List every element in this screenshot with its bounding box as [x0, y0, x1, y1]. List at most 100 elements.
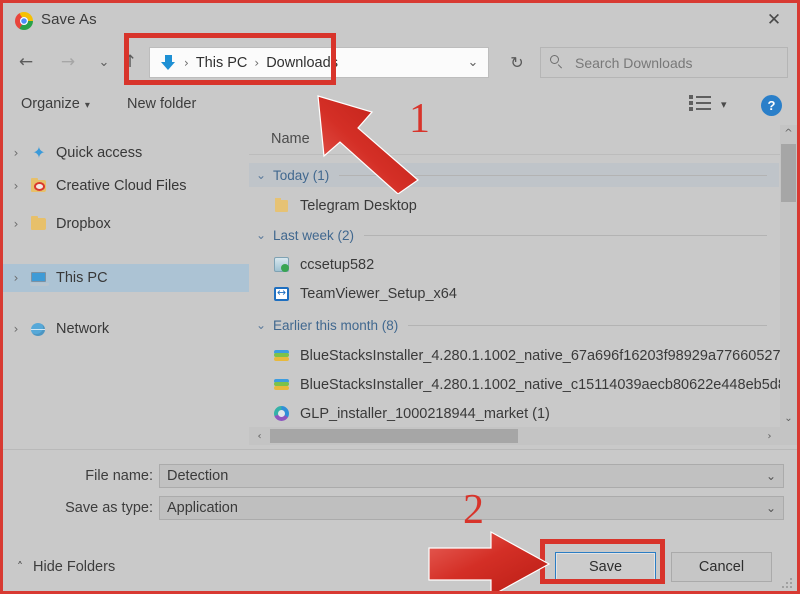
chevron-up-icon: ˄ — [17, 560, 23, 574]
chevron-down-icon[interactable]: ⌄ — [249, 228, 273, 242]
arrow-right-icon[interactable]: → — [53, 46, 83, 78]
hide-folders-label: Hide Folders — [33, 559, 116, 575]
vertical-scrollbar[interactable]: ^ ⌄ — [780, 125, 797, 445]
sidebar-item-this-pc[interactable]: › This PC — [3, 264, 249, 292]
sidebar-item-network[interactable]: › Network — [3, 315, 249, 343]
file-list-item[interactable]: TeamViewer_Setup_x64 — [249, 281, 797, 306]
horizontal-scrollbar[interactable]: ‹ › — [249, 427, 797, 445]
file-list-item[interactable]: Telegram Desktop — [249, 193, 797, 218]
view-list-icon[interactable] — [689, 95, 713, 117]
sidebar-item-label: This PC — [56, 270, 108, 286]
arrow-up-icon[interactable]: ↑ — [115, 46, 145, 78]
sidebar-item-creative-cloud-files[interactable]: › Creative Cloud Files — [3, 172, 249, 200]
chevron-down-icon[interactable]: ⌄ — [766, 469, 776, 483]
file-name-label: BlueStacksInstaller_4.280.1.1002_native_… — [300, 347, 797, 364]
chevron-right-icon[interactable]: › — [3, 271, 29, 285]
cancel-button[interactable]: Cancel — [671, 552, 772, 582]
creative-cloud-icon — [29, 177, 49, 195]
help-icon[interactable]: ? — [761, 95, 782, 116]
group-header-last-week[interactable]: ⌄ Last week (2) — [249, 223, 779, 247]
vertical-scrollbar-thumb[interactable] — [781, 144, 796, 202]
network-icon — [29, 320, 49, 338]
organize-button[interactable]: Organize ▾ — [21, 96, 90, 112]
chevron-up-icon[interactable]: ^ — [780, 125, 797, 142]
file-name-input[interactable]: Detection ⌄ — [159, 464, 784, 488]
bluestacks-icon — [273, 347, 291, 365]
view-options-chevron-down-icon[interactable]: ▾ — [721, 98, 727, 111]
navigation-bar: ← → ⌄ ↑ › This PC › Downloads ⌄ ↻ Search… — [3, 39, 797, 87]
address-dropdown-icon[interactable]: ⌄ — [458, 47, 488, 78]
breadcrumb-segment-downloads[interactable]: Downloads — [266, 55, 338, 71]
column-header-name[interactable]: Name — [271, 131, 310, 147]
teamviewer-icon — [273, 285, 291, 303]
chevron-right-icon[interactable]: › — [3, 179, 29, 193]
sidebar-item-label: Network — [56, 321, 110, 337]
chevron-right-icon[interactable]: › — [3, 217, 29, 231]
group-divider — [364, 234, 767, 236]
annotation-arrow-1 — [317, 95, 419, 194]
file-list-item[interactable]: BlueStacksInstaller_4.280.1.1002_native_… — [249, 343, 797, 368]
file-list-item[interactable]: GLP_installer_1000218944_market (1) — [249, 401, 797, 426]
save-as-type-label-text: Save as type: — [65, 500, 153, 516]
breadcrumb-separator: › — [254, 55, 260, 70]
file-name-label: ccsetup582 — [300, 256, 375, 273]
annotation-arrow-2 — [428, 530, 551, 592]
save-as-type-value: Application — [167, 500, 238, 516]
title-bar: Save As ✕ — [3, 3, 797, 39]
chevron-right-icon[interactable]: › — [3, 146, 29, 160]
navigation-pane: › ✦ Quick access › Creative Cloud Files … — [3, 125, 249, 445]
chevron-down-icon: ▾ — [84, 100, 90, 111]
ccleaner-icon — [273, 256, 291, 274]
file-name-label: Telegram Desktop — [300, 197, 417, 214]
chevron-right-icon[interactable]: › — [761, 427, 778, 445]
file-name-label-text: File name: — [85, 468, 153, 484]
annotation-step-number-1: 1 — [409, 96, 430, 142]
sidebar-item-label: Dropbox — [56, 216, 111, 232]
sidebar-item-label: Quick access — [56, 145, 143, 161]
search-icon — [550, 55, 565, 70]
downloads-arrow-icon — [160, 54, 177, 71]
save-form-area: File name: Detection ⌄ Save as type: App… — [3, 449, 797, 592]
star-icon: ✦ — [32, 143, 46, 162]
chevron-left-icon[interactable]: ‹ — [251, 427, 268, 445]
resize-grip[interactable] — [782, 578, 793, 589]
folder-icon — [273, 197, 291, 215]
horizontal-scrollbar-thumb[interactable] — [270, 429, 518, 443]
group-title: Earlier this month (8) — [273, 317, 399, 333]
glp-icon — [273, 405, 291, 423]
hide-folders-button[interactable]: ˄ Hide Folders — [17, 559, 115, 575]
window-title: Save As — [41, 11, 97, 28]
save-as-dialog-screenshot: Save As ✕ ← → ⌄ ↑ › This PC › Downloads … — [0, 0, 800, 594]
file-name-label: TeamViewer_Setup_x64 — [300, 285, 457, 302]
save-button[interactable]: Save — [555, 552, 656, 582]
new-folder-button[interactable]: New folder — [127, 96, 196, 112]
group-header-earlier-this-month[interactable]: ⌄ Earlier this month (8) — [249, 313, 779, 337]
bluestacks-icon — [273, 376, 291, 394]
search-placeholder: Search Downloads — [575, 54, 693, 71]
chevron-down-icon[interactable]: ⌄ — [780, 410, 797, 427]
search-input[interactable]: Search Downloads — [540, 47, 788, 78]
sidebar-item-quick-access[interactable]: › ✦ Quick access — [3, 139, 249, 167]
refresh-icon[interactable]: ↻ — [500, 47, 534, 78]
chevron-down-icon[interactable]: ⌄ — [766, 501, 776, 515]
close-icon[interactable]: ✕ — [751, 3, 797, 37]
chevron-down-icon[interactable]: ⌄ — [249, 318, 273, 332]
breadcrumb-separator: › — [184, 55, 189, 70]
breadcrumb-segment-this-pc[interactable]: This PC — [196, 55, 248, 71]
file-list-item[interactable]: BlueStacksInstaller_4.280.1.1002_native_… — [249, 372, 797, 397]
group-title: Last week (2) — [273, 227, 355, 243]
group-divider — [408, 324, 767, 326]
chevron-right-icon[interactable]: › — [3, 322, 29, 336]
file-name-label: GLP_installer_1000218944_market (1) — [300, 405, 550, 422]
folder-icon — [29, 215, 49, 233]
file-name-label: BlueStacksInstaller_4.280.1.1002_native_… — [300, 376, 797, 393]
organize-label: Organize — [21, 96, 80, 112]
file-name-value: Detection — [167, 468, 229, 484]
address-breadcrumb-bar[interactable]: › This PC › Downloads — [149, 47, 489, 78]
arrow-left-icon[interactable]: ← — [11, 46, 41, 78]
chrome-icon — [15, 12, 33, 30]
file-list-item[interactable]: ccsetup582 — [249, 252, 797, 277]
chevron-down-icon[interactable]: ⌄ — [249, 168, 273, 182]
computer-icon — [29, 269, 49, 287]
sidebar-item-dropbox[interactable]: › Dropbox — [3, 210, 249, 238]
